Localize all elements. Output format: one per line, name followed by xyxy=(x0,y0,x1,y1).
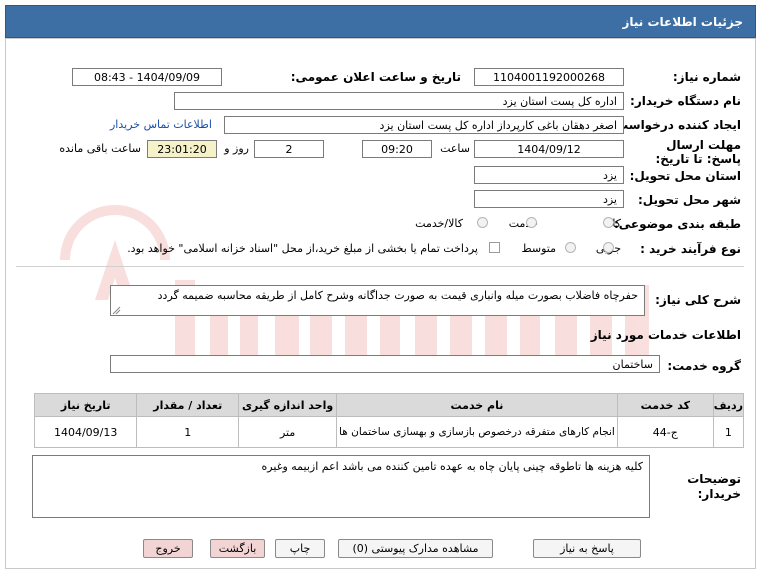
col-header-row-number: ردیف xyxy=(712,393,745,417)
summary-textarea: حفرچاه فاضلاب بصورت میله وانباری قیمت به… xyxy=(110,285,645,316)
city-field: یزد xyxy=(474,190,624,208)
province-label: استان محل تحویل: xyxy=(629,169,741,183)
reply-to-need-button[interactable]: پاسخ به نیاز xyxy=(533,539,641,558)
category-option-goods-service: کالا/خدمت xyxy=(415,217,463,230)
announce-label: تاریخ و ساعت اعلان عمومی: xyxy=(290,70,461,84)
col-header-service-name: نام خدمت xyxy=(336,393,618,417)
need-number-label: شماره نیاز: xyxy=(672,70,741,84)
category-goods-radio[interactable] xyxy=(603,217,614,228)
summary-label: شرح کلی نیاز: xyxy=(655,293,741,307)
days-label: روز و xyxy=(224,142,249,155)
process-minor-radio[interactable] xyxy=(603,242,614,253)
announce-date-field: 1404/09/09 - 08:43 xyxy=(72,68,222,86)
col-header-need-date: تاریخ نیاز xyxy=(33,393,138,417)
col-header-service-code: کد خدمت xyxy=(616,393,714,417)
page-header: جزئیات اطلاعات نیاز xyxy=(5,5,756,38)
section-divider xyxy=(16,266,744,267)
service-group-field: ساختمان xyxy=(110,355,660,373)
buyer-field: اداره کل پست استان یزد xyxy=(174,92,624,110)
resize-handle-icon[interactable] xyxy=(111,305,121,315)
deadline-label: مهلت ارسال پاسخ: تا تاریخ: xyxy=(655,138,742,166)
col-header-quantity: تعداد / مقدار xyxy=(136,393,240,417)
exit-button[interactable]: خروج xyxy=(143,539,193,558)
cell-row-number: 1 xyxy=(712,416,745,448)
category-goods-service-radio[interactable] xyxy=(477,217,488,228)
need-number-field: 1104001192000268 xyxy=(474,68,624,86)
process-type-label: نوع فرآیند خرید : xyxy=(640,242,741,256)
buyer-notes-label: توضیحات خریدار: xyxy=(687,472,741,501)
remaining-label: ساعت باقی مانده xyxy=(59,142,141,155)
buyer-label: نام دستگاه خریدار: xyxy=(630,94,741,108)
city-label: شهر محل تحویل: xyxy=(637,193,741,207)
deadline-time-field: 09:20 xyxy=(362,140,432,158)
print-button[interactable]: چاپ xyxy=(275,539,325,558)
province-field: یزد xyxy=(474,166,624,184)
cell-quantity: 1 xyxy=(136,416,240,448)
process-medium-radio[interactable] xyxy=(565,242,576,253)
creator-label: ایجاد کننده درخواست: xyxy=(611,118,741,132)
deadline-date-field: 1404/09/12 xyxy=(474,140,624,158)
page-title: جزئیات اطلاعات نیاز xyxy=(622,15,743,29)
category-service-radio[interactable] xyxy=(526,217,537,228)
view-attachments-button[interactable]: مشاهده مدارک پیوستی (0) xyxy=(338,539,493,558)
time-label: ساعت xyxy=(440,142,470,155)
cell-unit: متر xyxy=(238,416,337,448)
category-label: طبقه بندی موضوعی: xyxy=(613,217,741,231)
treasury-payment-checkbox[interactable] xyxy=(489,242,500,253)
cell-need-date: 1404/09/13 xyxy=(33,416,138,448)
services-table: ردیف کد خدمت نام خدمت واحد اندازه گیری ت… xyxy=(33,393,745,448)
days-remaining-field: 2 xyxy=(254,140,324,158)
cell-service-name: انجام کارهای متفرقه درخصوص بازسازی و بهس… xyxy=(336,416,618,448)
treasury-payment-note: پرداخت تمام یا بخشی از مبلغ خرید،از محل … xyxy=(127,242,478,255)
table-row: 1 ج-44 انجام کارهای متفرقه درخصوص بازساز… xyxy=(33,416,745,448)
back-button[interactable]: بازگشت xyxy=(210,539,265,558)
buyer-notes-textarea: کلیه هزینه ها تاطوقه چینی پایان چاه به ع… xyxy=(32,455,650,518)
service-group-label: گروه خدمت: xyxy=(667,359,741,373)
process-option-medium: متوسط xyxy=(521,242,556,255)
services-section-title: اطلاعات خدمات مورد نیاز xyxy=(590,328,741,342)
table-header-row: ردیف کد خدمت نام خدمت واحد اندازه گیری ت… xyxy=(33,393,745,417)
cell-service-code: ج-44 xyxy=(616,416,714,448)
remaining-time-field: 23:01:20 xyxy=(147,140,217,158)
creator-field: اصغر دهقان باغی کارپرداز اداره کل پست اس… xyxy=(224,116,624,134)
col-header-unit: واحد اندازه گیری xyxy=(238,393,337,417)
buyer-contact-link[interactable]: اطلاعات تماس خریدار xyxy=(110,118,212,131)
